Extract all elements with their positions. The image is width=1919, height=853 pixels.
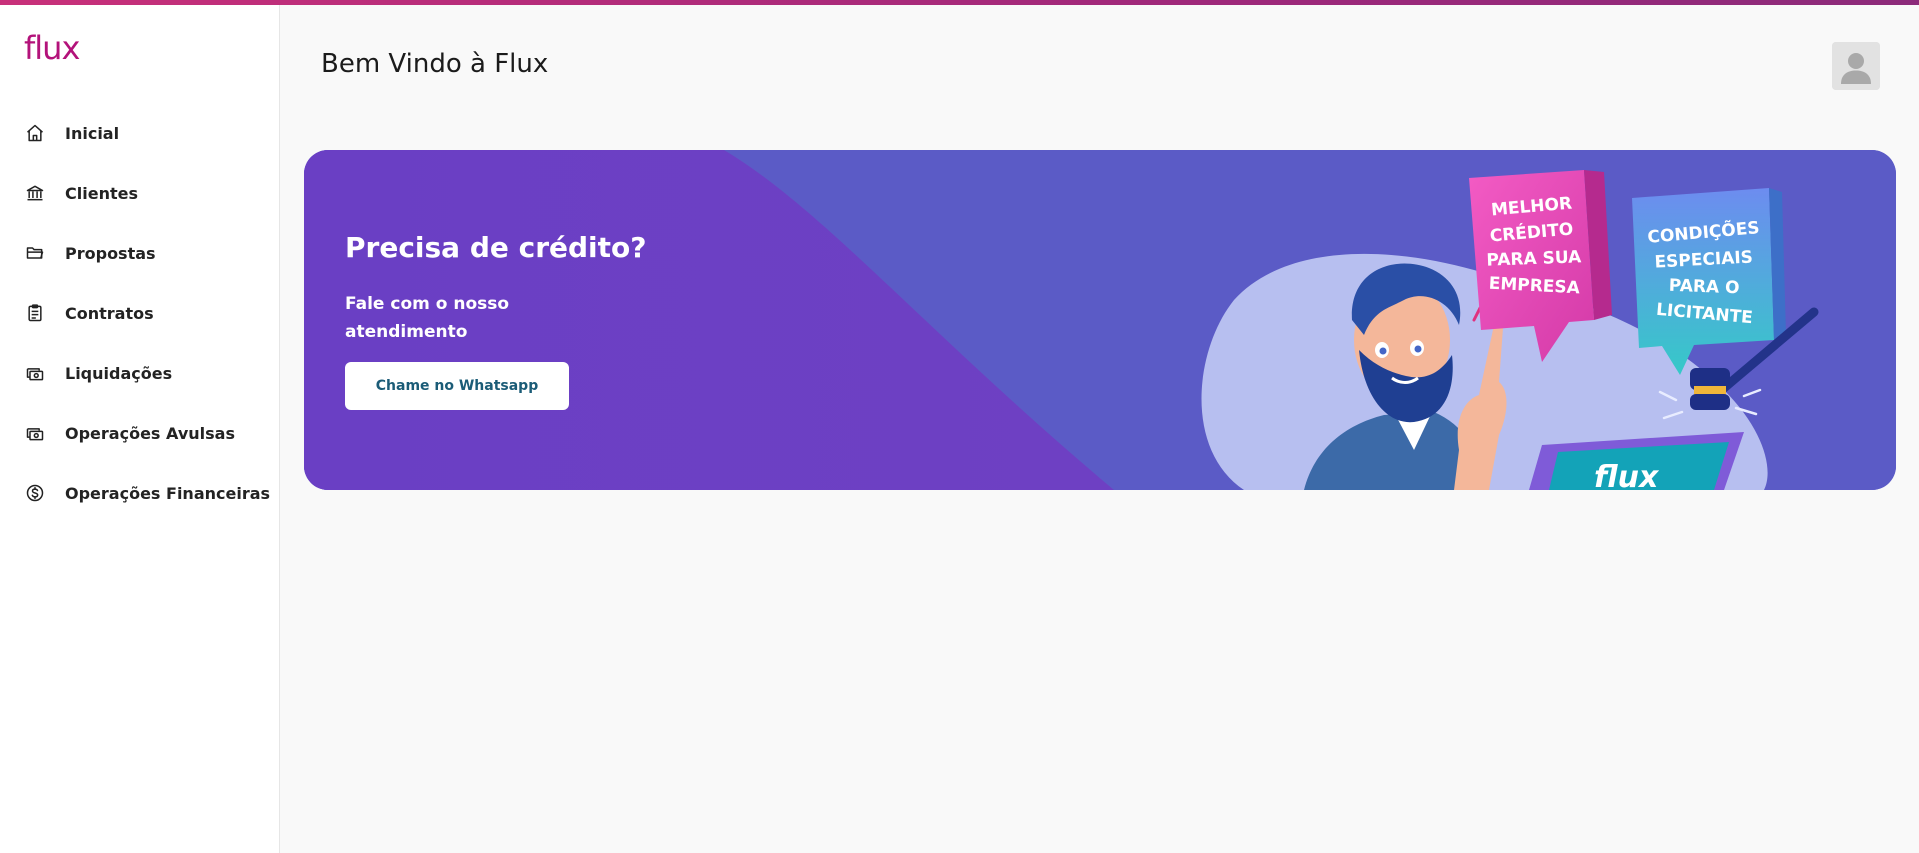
credit-banner: flux MELHOR CRÉDITO PARA SUA EMPRESA CON…: [304, 150, 1896, 490]
sidebar-item-operacoes-financeiras[interactable]: Operações Financeiras: [0, 463, 280, 523]
sidebar-item-liquidacoes[interactable]: Liquidações: [0, 343, 280, 403]
main-content: Bem Vindo à Flux flux MELHOR CRÉDITO PAR…: [281, 5, 1919, 853]
sidebar-item-label: Operações Avulsas: [65, 423, 235, 443]
laptop-logo: flux: [1594, 460, 1660, 490]
bubble-left-line-3: PARA SUA: [1486, 247, 1582, 270]
sidebar-item-propostas[interactable]: Propostas: [0, 223, 280, 283]
dollar-circle-icon: [24, 482, 46, 504]
sidebar-item-operacoes-avulsas[interactable]: Operações Avulsas: [0, 403, 280, 463]
folder-icon: [24, 242, 46, 264]
sidebar-item-label: Clientes: [65, 183, 138, 203]
cash-icon: [24, 362, 46, 384]
whatsapp-button[interactable]: Chame no Whatsapp: [345, 362, 569, 410]
flux-logo[interactable]: flux: [24, 29, 80, 67]
banner-title: Precisa de crédito?: [345, 231, 647, 264]
bank-icon: [24, 182, 46, 204]
clipboard-icon: [24, 302, 46, 324]
sidebar-item-inicial[interactable]: Inicial: [0, 103, 280, 163]
sidebar-item-clientes[interactable]: Clientes: [0, 163, 280, 223]
sidebar-item-label: Inicial: [65, 123, 120, 143]
user-avatar-icon[interactable]: [1832, 42, 1880, 90]
page-title: Bem Vindo à Flux: [321, 49, 549, 79]
sidebar-item-contratos[interactable]: Contratos: [0, 283, 280, 343]
sidebar-item-label: Propostas: [65, 243, 156, 263]
sidebar-item-label: Operações Financeiras: [65, 483, 271, 503]
sidebar-item-label: Contratos: [65, 303, 154, 323]
bubble-right-line-3: PARA O: [1669, 276, 1740, 298]
sidebar-nav: Inicial Clientes Propostas Contratos Liq…: [0, 103, 280, 523]
sidebar: flux Inicial Clientes Propostas Contrato…: [0, 5, 280, 853]
banner-text: Fale com o nosso atendimento: [345, 294, 510, 342]
cash-icon: [24, 422, 46, 444]
sidebar-item-label: Liquidações: [65, 363, 173, 383]
home-icon: [24, 122, 46, 144]
